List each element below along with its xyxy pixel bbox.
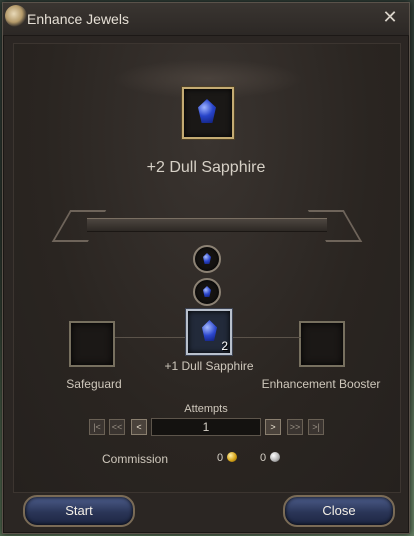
window-title: Enhance Jewels bbox=[27, 11, 129, 27]
divider-bar bbox=[87, 218, 327, 232]
close-button[interactable]: Close bbox=[283, 495, 395, 527]
enhancement-booster-label: Enhancement Booster bbox=[261, 377, 381, 391]
gold-coin-icon bbox=[227, 452, 237, 462]
material-count: 2 bbox=[221, 339, 228, 353]
material-slot-2[interactable] bbox=[193, 278, 221, 306]
attempts-last-button[interactable]: >| bbox=[308, 419, 324, 435]
safeguard-label: Safeguard bbox=[66, 377, 122, 391]
close-icon[interactable]: ✕ bbox=[381, 8, 399, 26]
main-material-slot[interactable]: 2 bbox=[186, 309, 232, 355]
target-item-name: +2 Dull Sapphire bbox=[146, 159, 266, 176]
gold-fee: 0 bbox=[217, 452, 224, 464]
sapphire-icon bbox=[203, 253, 211, 264]
enhance-jewels-window: Enhance Jewels ✕ +2 Dull Sapphire 2 +1 D… bbox=[2, 2, 410, 534]
silver-fee: 0 bbox=[260, 452, 267, 464]
connector-right bbox=[231, 337, 301, 338]
main-material-name: +1 Dull Sapphire bbox=[164, 359, 254, 373]
sapphire-icon bbox=[203, 286, 211, 297]
attempts-input[interactable]: 1 bbox=[151, 418, 261, 436]
start-button[interactable]: Start bbox=[23, 495, 135, 527]
commission-label: Commission bbox=[102, 452, 169, 466]
attempts-prev-button[interactable]: < bbox=[131, 419, 147, 435]
target-item-slot[interactable] bbox=[182, 87, 234, 139]
divider-ornament bbox=[51, 208, 363, 242]
attempts-first-button[interactable]: |< bbox=[89, 419, 105, 435]
attempts-next-fast-button[interactable]: >> bbox=[287, 419, 303, 435]
attempts-label: Attempts bbox=[184, 403, 228, 415]
safeguard-slot[interactable] bbox=[69, 321, 115, 367]
attempts-prev-fast-button[interactable]: << bbox=[109, 419, 125, 435]
sapphire-icon bbox=[202, 320, 217, 341]
silver-coin-icon bbox=[270, 452, 280, 462]
sapphire-icon bbox=[198, 99, 216, 123]
enhancement-booster-slot[interactable] bbox=[299, 321, 345, 367]
connector-left bbox=[115, 337, 187, 338]
titlebar: Enhance Jewels ✕ bbox=[3, 3, 409, 36]
attempts-next-button[interactable]: > bbox=[265, 419, 281, 435]
material-slot-1[interactable] bbox=[193, 245, 221, 273]
window-emblem-icon bbox=[5, 5, 27, 27]
